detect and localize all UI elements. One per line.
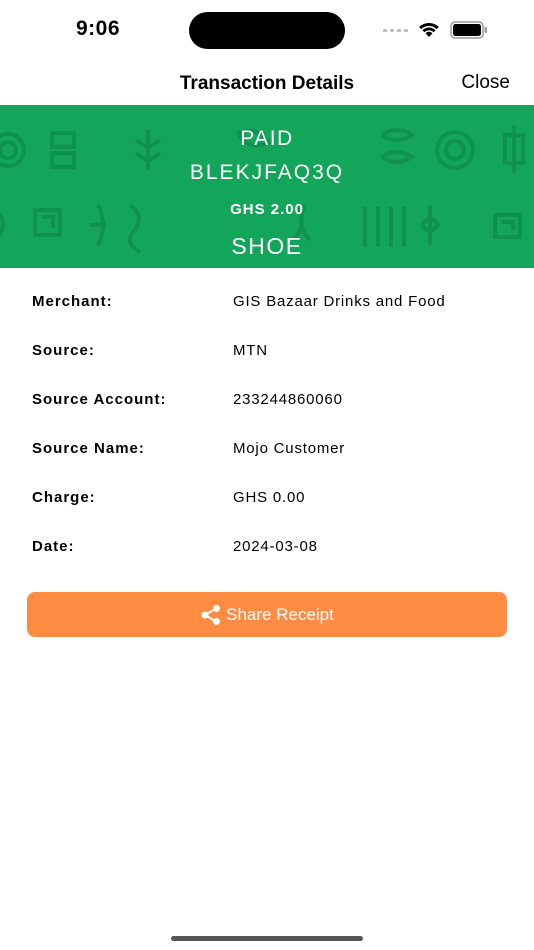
dynamic-island bbox=[189, 12, 345, 49]
detail-row-source-name: Source Name: Mojo Customer bbox=[0, 430, 534, 479]
nav-bar: Transaction Details Close bbox=[0, 60, 534, 106]
home-indicator[interactable] bbox=[171, 936, 363, 941]
detail-label: Charge: bbox=[32, 489, 96, 506]
detail-value: 2024-03-08 bbox=[233, 538, 318, 555]
detail-label: Source: bbox=[32, 342, 95, 359]
detail-value: Mojo Customer bbox=[233, 440, 346, 457]
wifi-icon bbox=[419, 22, 439, 37]
detail-value: MTN bbox=[233, 342, 268, 359]
detail-label: Merchant: bbox=[32, 293, 113, 310]
share-receipt-label: Share Receipt bbox=[226, 604, 334, 624]
status-time: 9:06 bbox=[76, 17, 121, 40]
transaction-description: SHOE bbox=[231, 233, 303, 259]
detail-label: Date: bbox=[32, 538, 75, 555]
detail-value: GHS 0.00 bbox=[233, 489, 306, 506]
details-list: Merchant: GIS Bazaar Drinks and Food Sou… bbox=[0, 283, 534, 577]
detail-label: Source Account: bbox=[32, 391, 167, 408]
cellular-signal-icon bbox=[383, 28, 408, 32]
status-icons bbox=[383, 20, 488, 40]
transaction-reference: BLEKJFAQ3Q bbox=[189, 161, 345, 184]
transaction-amount: GHS 2.00 bbox=[230, 201, 304, 218]
detail-value: GIS Bazaar Drinks and Food bbox=[233, 293, 446, 310]
status-bar: 9:06 bbox=[0, 0, 534, 60]
battery-icon bbox=[450, 21, 487, 39]
detail-row-source-account: Source Account: 233244860060 bbox=[0, 381, 534, 430]
share-receipt-button[interactable]: Share Receipt bbox=[27, 592, 507, 637]
detail-row-date: Date: 2024-03-08 bbox=[0, 528, 534, 577]
detail-row-merchant: Merchant: GIS Bazaar Drinks and Food bbox=[0, 283, 534, 332]
payment-status: PAID bbox=[240, 127, 294, 150]
share-icon bbox=[200, 604, 222, 626]
page-title: Transaction Details bbox=[179, 73, 355, 94]
detail-row-source: Source: MTN bbox=[0, 332, 534, 381]
detail-value: 233244860060 bbox=[233, 391, 343, 408]
transaction-banner: PAID BLEKJFAQ3Q GHS 2.00 SHOE bbox=[0, 105, 534, 268]
detail-label: Source Name: bbox=[32, 440, 145, 457]
detail-row-charge: Charge: GHS 0.00 bbox=[0, 479, 534, 528]
close-button[interactable]: Close bbox=[461, 72, 510, 94]
